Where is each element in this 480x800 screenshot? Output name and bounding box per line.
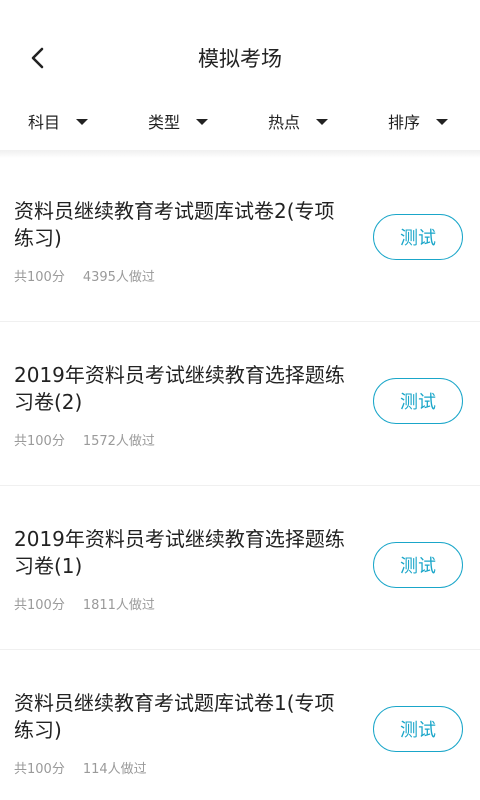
- exam-score: 共100分: [14, 598, 65, 613]
- filter-label: 类型: [148, 113, 181, 132]
- test-button[interactable]: 测试: [373, 378, 463, 424]
- test-button[interactable]: 测试: [373, 706, 463, 752]
- exam-participants: 1572人做过: [82, 434, 155, 449]
- test-button[interactable]: 测试: [373, 542, 463, 588]
- exam-title: 2019年资料员考试继续教育选择题练习卷(2): [14, 363, 345, 414]
- list-item[interactable]: 2019年资料员考试继续教育选择题练习卷(2) 共100分 1572人做过 测试: [0, 322, 480, 486]
- filter-label: 排序: [388, 113, 421, 132]
- exam-score: 共100分: [14, 762, 65, 777]
- exam-meta: 共100分 1572人做过: [14, 430, 155, 449]
- list-item[interactable]: 资料员继续教育考试题库试卷2(专项练习) 共100分 4395人做过 测试: [0, 158, 480, 322]
- filter-hot[interactable]: 热点: [268, 106, 329, 136]
- top-bar: 模拟考场: [0, 0, 480, 100]
- filter-label: 热点: [268, 113, 301, 132]
- exam-meta: 共100分 4395人做过: [14, 266, 155, 285]
- filter-type[interactable]: 类型: [148, 106, 209, 136]
- list-item[interactable]: 资料员继续教育考试题库试卷1(专项练习) 共100分 114人做过 测试: [0, 650, 480, 800]
- filter-subject[interactable]: 科目: [28, 106, 89, 136]
- exam-meta: 共100分 1811人做过: [14, 594, 155, 613]
- exam-title: 资料员继续教育考试题库试卷2(专项练习): [14, 199, 335, 250]
- exam-score: 共100分: [14, 270, 65, 285]
- exam-meta: 共100分 114人做过: [14, 758, 147, 777]
- app-screen: 模拟考场 科目 类型 热点 排序 资料员继续教育考试题库试卷2(专项练习) 共1…: [0, 0, 480, 800]
- filter-bar: 科目 类型 热点 排序: [0, 100, 480, 142]
- filter-sort[interactable]: 排序: [388, 106, 449, 136]
- caret-down-icon: [316, 119, 329, 125]
- filter-label: 科目: [28, 113, 61, 132]
- divider: [0, 150, 480, 158]
- exam-score: 共100分: [14, 434, 65, 449]
- exam-participants: 114人做过: [82, 762, 147, 777]
- exam-title: 资料员继续教育考试题库试卷1(专项练习): [14, 691, 335, 742]
- caret-down-icon: [76, 119, 89, 125]
- test-button[interactable]: 测试: [373, 214, 463, 260]
- exam-participants: 1811人做过: [82, 598, 155, 613]
- exam-participants: 4395人做过: [82, 270, 155, 285]
- exam-list: 资料员继续教育考试题库试卷2(专项练习) 共100分 4395人做过 测试 20…: [0, 158, 480, 800]
- page-title: 模拟考场: [198, 47, 282, 71]
- exam-title: 2019年资料员考试继续教育选择题练习卷(1): [14, 527, 345, 578]
- list-item[interactable]: 2019年资料员考试继续教育选择题练习卷(1) 共100分 1811人做过 测试: [0, 486, 480, 650]
- caret-down-icon: [436, 119, 449, 125]
- caret-down-icon: [196, 119, 209, 125]
